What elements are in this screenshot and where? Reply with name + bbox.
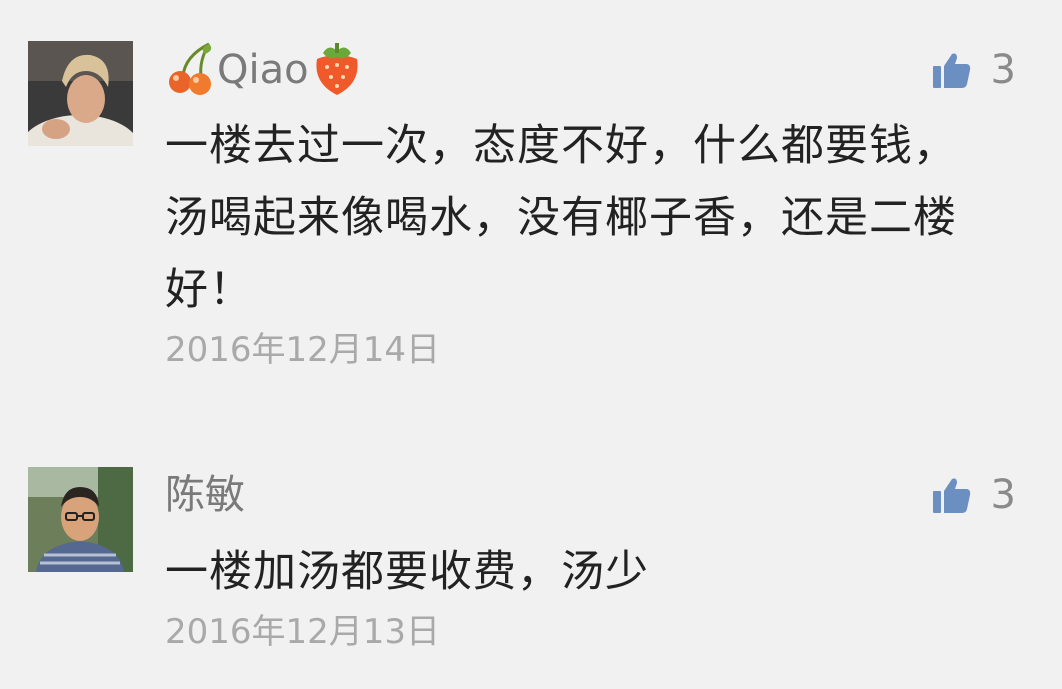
comment-date: 2016年12月14日 [165,330,441,370]
like-button[interactable]: 3 [932,464,1016,526]
username-row: 陈敏 [165,464,245,526]
username[interactable]: Qiao [217,39,309,101]
avatar-photo [28,467,133,572]
cherry-icon [165,40,217,100]
comment-text: 一楼加汤都要收费，汤少 [165,547,649,597]
comment-list: Qiao 3 一楼去过一次，态度不好，什么都要钱，汤喝起来像喝水，没有椰子香，还… [0,0,1062,689]
comment-date: 2016年12月13日 [165,612,441,652]
like-button[interactable]: 3 [932,39,1016,101]
comment-item: 陈敏 3 一楼加汤都要收费，汤少 2016年12月13日 [0,420,1062,689]
username-row: Qiao [165,39,365,101]
like-count: 3 [990,472,1016,518]
avatar[interactable] [28,467,133,572]
like-count: 3 [990,47,1016,93]
comment-text: 一楼去过一次，态度不好，什么都要钱，汤喝起来像喝水，没有椰子香，还是二楼好！ [165,121,957,315]
username[interactable]: 陈敏 [165,464,245,526]
thumbs-up-icon [932,53,970,88]
thumbs-up-icon [932,478,970,513]
avatar-photo [28,41,133,146]
avatar[interactable] [28,41,133,146]
comment-item: Qiao 3 一楼去过一次，态度不好，什么都要钱，汤喝起来像喝水，没有椰子香，还… [0,0,1062,420]
strawberry-icon [309,39,365,101]
